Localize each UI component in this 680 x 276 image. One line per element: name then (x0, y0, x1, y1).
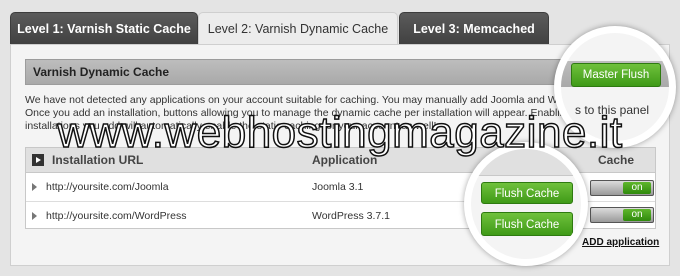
header-installation-url: Installation URL (52, 153, 144, 167)
dynamic-cache-toggle[interactable]: on (590, 207, 654, 223)
panel-title: Varnish Dynamic Cache (33, 65, 170, 79)
toggle-state: on (623, 182, 651, 194)
header-cache: Cache (598, 153, 635, 167)
master-flush-magnifier: Master Flush s to this panel (554, 26, 676, 148)
toggle-state: on (623, 209, 651, 221)
description-tail: s to this panel (575, 103, 650, 117)
flush-cache-magnifier: Flush Cache Flush Cache (464, 142, 588, 266)
expand-all-icon[interactable] (32, 154, 44, 166)
expand-row-icon[interactable] (32, 212, 37, 220)
cache-level-tabs: Level 1: Varnish Static Cache Level 2: V… (10, 12, 670, 44)
tab-level-3[interactable]: Level 3: Memcached (399, 12, 549, 44)
master-flush-button[interactable]: Master Flush (571, 63, 661, 87)
dynamic-cache-toggle[interactable]: on (590, 180, 654, 196)
tab-level-2[interactable]: Level 2: Varnish Dynamic Cache (198, 12, 398, 44)
installation-url: http://yoursite.com/Joomla (46, 181, 169, 193)
header-application: Application (312, 153, 378, 167)
expand-row-icon[interactable] (32, 183, 37, 191)
installation-application: WordPress 3.7.1 (312, 210, 391, 222)
installation-application: Joomla 3.1 (312, 181, 364, 193)
flush-cache-button[interactable]: Flush Cache (481, 182, 573, 204)
installation-url: http://yoursite.com/WordPress (46, 210, 187, 222)
tab-level-1[interactable]: Level 1: Varnish Static Cache (10, 12, 198, 44)
flush-cache-button[interactable]: Flush Cache (481, 212, 573, 236)
add-application-link[interactable]: ADD application (582, 237, 659, 248)
